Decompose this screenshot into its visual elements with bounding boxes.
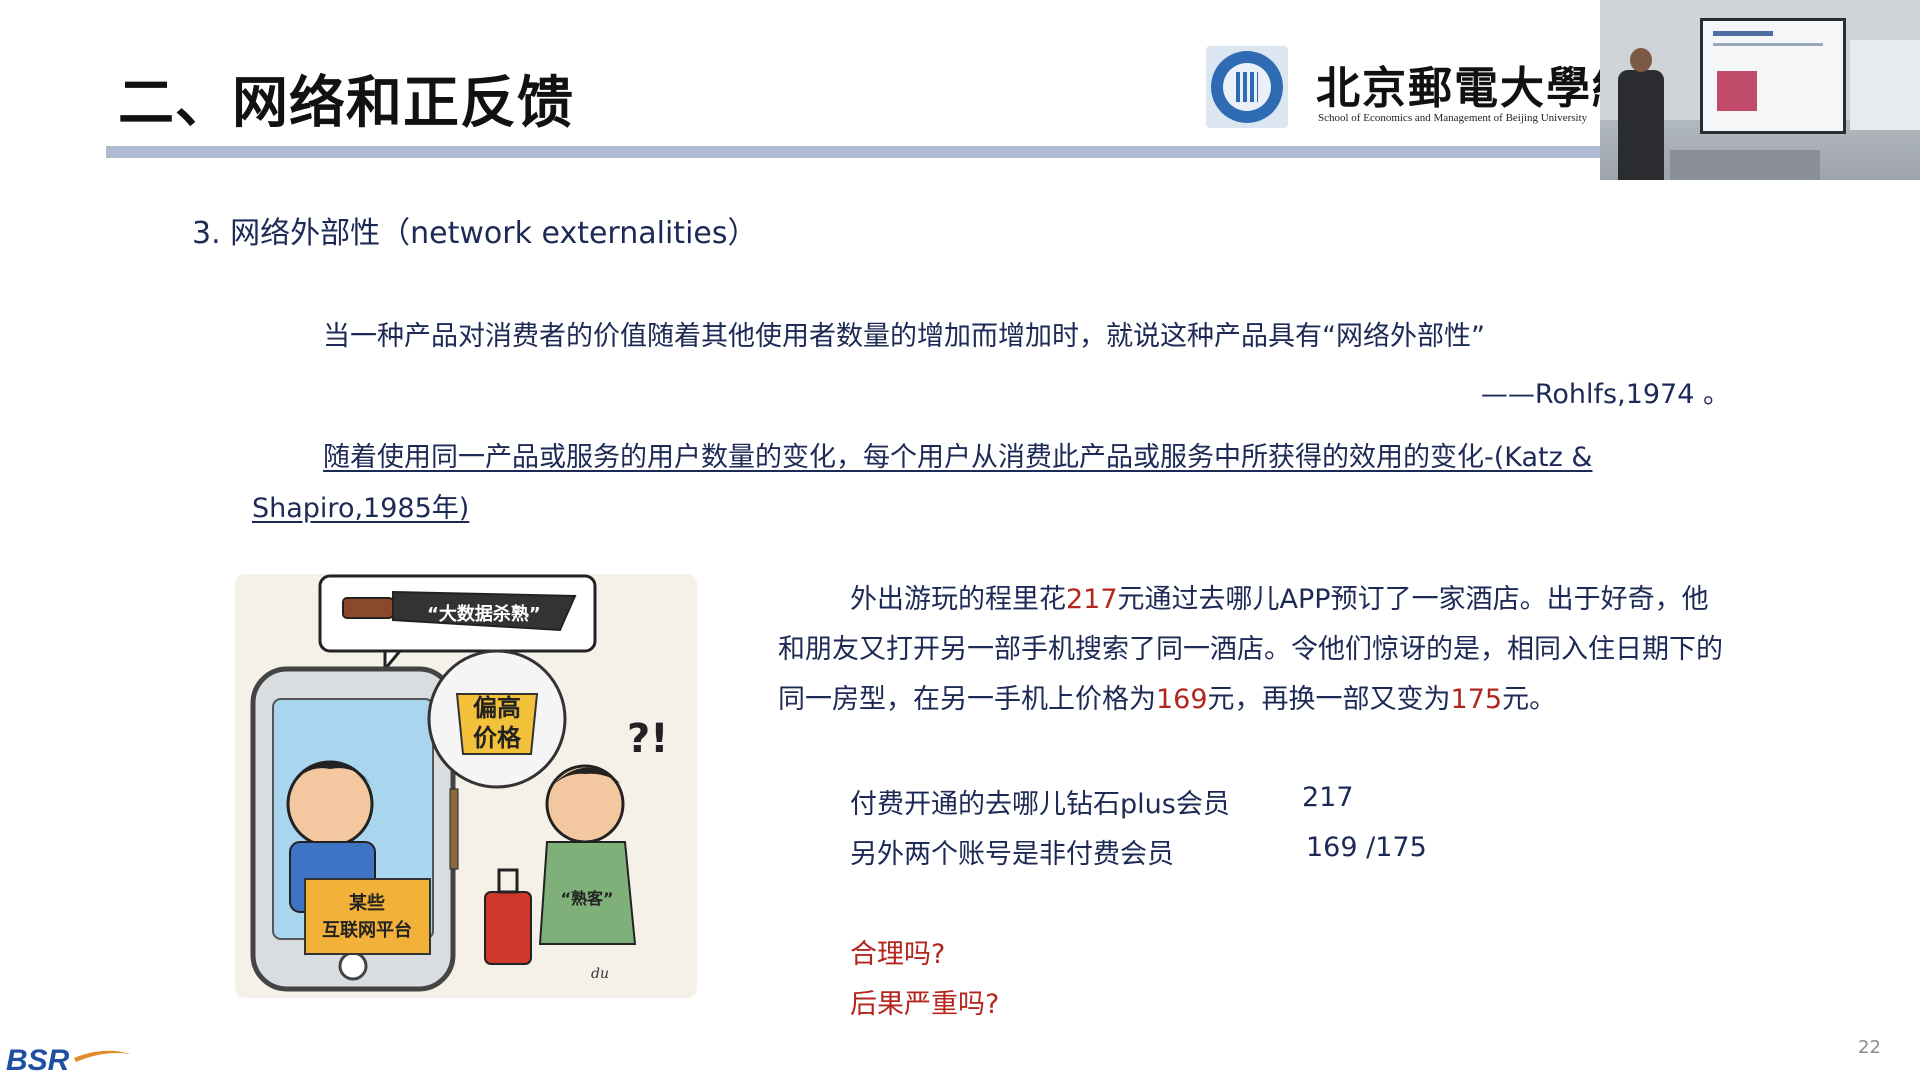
stat-value: 169 /175 [1306, 832, 1427, 863]
university-logo: 北京郵電大學經濟 School of Economics and Managem… [1206, 46, 1682, 136]
case-price-169: 169 [1156, 684, 1208, 715]
case-price-217: 217 [1066, 584, 1118, 615]
definition-katz-shapiro: 随着使用同一产品或服务的用户数量的变化，每个用户从消费此产品或服务中所获得的效用… [252, 442, 1593, 524]
page-number: 22 [1858, 1037, 1881, 1058]
stat-row-free-accounts: 另外两个账号是非付费会员 169 /175 [850, 832, 1427, 871]
customer-tag: “熟客” [560, 889, 613, 908]
price-sign-line1: 偏高 [473, 694, 521, 722]
bsr-logo-text: BSR [6, 1044, 70, 1076]
price-sign-line2: 价格 [473, 724, 522, 752]
slide-title: 二、网络和正反馈 [118, 71, 574, 136]
platform-label-1: 某些 [349, 892, 385, 914]
university-seal-icon [1206, 46, 1288, 128]
citation-rohlfs: ——Rohlfs,1974 。 [1480, 379, 1730, 410]
case-price-175: 175 [1450, 684, 1503, 715]
artist-signature: du [591, 966, 609, 982]
knife-text: “大数据杀熟” [427, 603, 541, 625]
case-text-1: 外出游玩的程里花 [850, 584, 1066, 615]
bsr-logo-icon: BSR [4, 1040, 134, 1077]
stat-label: 另外两个账号是非付费会员 [850, 839, 1174, 870]
question-reasonable: 合理吗? [850, 939, 946, 970]
case-text-3: 元，再换一部又变为 [1207, 684, 1451, 715]
webcam-projector-screen [1700, 18, 1846, 134]
stat-row-plus-member: 付费开通的去哪儿钻石plus会员 217 [850, 782, 1354, 821]
exclaim-mark: ?! [627, 716, 668, 762]
question-consequence: 后果严重吗? [850, 989, 1000, 1020]
stat-value: 217 [1302, 782, 1354, 813]
title-rule [106, 146, 1640, 158]
webcam-feed [1600, 0, 1920, 180]
case-study-paragraph: 外出游玩的程里花217元通过去哪儿APP预订了一家酒店。出于好奇，他和朋友又打开… [778, 575, 1728, 725]
case-text-4: 元。 [1502, 684, 1557, 715]
big-data-cartoon: “大数据杀熟” 某些 互联网平台 偏高 价格 “熟客” ?! du [235, 574, 697, 998]
stat-label: 付费开通的去哪儿钻石plus会员 [850, 789, 1230, 820]
definition-rohlfs: 当一种产品对消费者的价值随着其他使用者数量的增加而增加时，就说这种产品具有“网络… [323, 321, 1485, 352]
university-name-en: School of Economics and Management of Be… [1318, 112, 1588, 124]
section-subtitle: 3. 网络外部性（network externalities） [192, 216, 758, 251]
platform-label-2: 互联网平台 [322, 919, 412, 941]
